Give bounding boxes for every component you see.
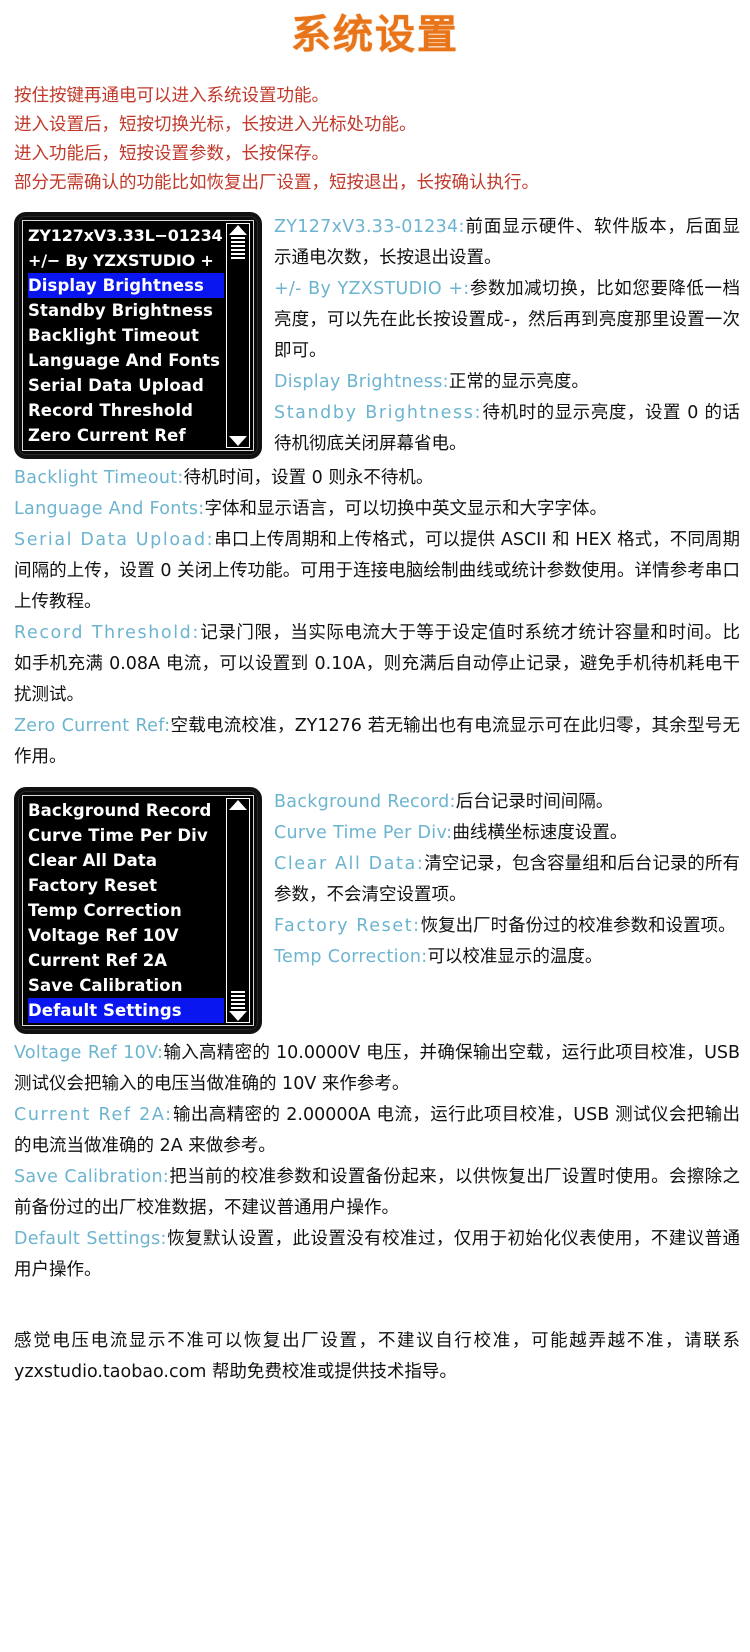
triangle-up-icon[interactable] <box>229 225 247 235</box>
term-label: +/- By YZXSTUDIO +: <box>274 279 470 299</box>
definition-paragraph: Backlight Timeout:待机时间，设置 0 则永不待机。 <box>14 463 740 494</box>
lcd-menu-list-2: Background Record Curve Time Per Div Cle… <box>23 798 224 1023</box>
term-label: Voltage Ref 10V: <box>14 1043 164 1063</box>
scrollbar-thumb[interactable] <box>231 237 245 261</box>
triangle-down-icon[interactable] <box>229 436 247 446</box>
lcd-panel-system-settings-2: Background Record Curve Time Per Div Cle… <box>14 787 262 1034</box>
lcd-row-selected[interactable]: Default Settings <box>28 998 224 1023</box>
section-two: Backlight Timeout:待机时间，设置 0 则永不待机。 Langu… <box>0 463 750 773</box>
definition-paragraph: Record Threshold:记录门限，当实际电流大于等于设定值时系统才统计… <box>14 618 740 711</box>
definition-paragraph: Serial Data Upload:串口上传周期和上传格式，可以提供 ASCI… <box>14 525 740 618</box>
lcd-row[interactable]: Curve Time Per Div <box>28 823 224 848</box>
intro-line: 进入设置后，短按切换光标，长按进入光标处功能。 <box>14 115 417 135</box>
definition-paragraph: Save Calibration:把当前的校准参数和设置备份起来，以供恢复出厂设… <box>14 1162 740 1224</box>
term-label: Current Ref 2A: <box>14 1105 173 1125</box>
term-desc: 待机时间，设置 0 则永不待机。 <box>183 468 434 488</box>
intro-line: 部分无需确认的功能比如恢复出厂设置，短按退出，长按确认执行。 <box>14 173 539 193</box>
lcd-scrollbar-2[interactable] <box>226 798 250 1023</box>
term-label: Temp Correction: <box>274 947 428 967</box>
lcd-row[interactable]: Record Threshold <box>28 398 224 423</box>
term-label: Language And Fonts: <box>14 499 205 519</box>
intro-block: 按住按键再通电可以进入系统设置功能。 进入设置后，短按切换光标，长按进入光标处功… <box>0 82 750 198</box>
lcd-panel-system-settings-1: ZY127xV3.33L−01234 +/− By YZXSTUDIO + Di… <box>14 212 262 459</box>
definition-paragraph: Current Ref 2A:输出高精密的 2.00000A 电流，运行此项目校… <box>14 1100 740 1162</box>
lcd-row[interactable]: Save Calibration <box>28 973 224 998</box>
lcd-row[interactable]: Standby Brightness <box>28 298 224 323</box>
definition-paragraph: Zero Current Ref:空载电流校准，ZY1276 若无输出也有电流显… <box>14 711 740 773</box>
term-desc: 恢复出厂时备份过的校准参数和设置项。 <box>420 916 736 936</box>
lcd-row[interactable]: Factory Reset <box>28 873 224 898</box>
term-label: Standby Brightness: <box>274 403 482 423</box>
term-label: Zero Current Ref: <box>14 716 171 736</box>
definition-paragraph: Default Settings:恢复默认设置，此设置没有校准过，仅用于初始化仪… <box>14 1224 740 1286</box>
term-desc: 字体和显示语言，可以切换中英文显示和大字字体。 <box>204 499 607 519</box>
lcd-row: ZY127xV3.33L−01234 <box>28 226 223 245</box>
term-label: Save Calibration: <box>14 1167 170 1187</box>
term-label: Backlight Timeout: <box>14 468 184 488</box>
section-one: ZY127xV3.33L−01234 +/− By YZXSTUDIO + Di… <box>0 212 750 463</box>
lcd-row[interactable]: Backlight Timeout <box>28 323 224 348</box>
lcd-row[interactable]: Background Record <box>28 798 224 823</box>
lcd-row-selected[interactable]: Display Brightness <box>28 273 224 298</box>
intro-line: 按住按键再通电可以进入系统设置功能。 <box>14 86 329 106</box>
lcd-row[interactable]: Serial Data Upload <box>28 373 224 398</box>
term-label: ZY127xV3.33-01234: <box>274 217 465 237</box>
term-label: Clear All Data: <box>274 854 425 874</box>
lcd-row: +/− By YZXSTUDIO + <box>28 251 214 270</box>
term-label: Default Settings: <box>14 1229 167 1249</box>
section-three: Background Record Curve Time Per Div Cle… <box>0 787 750 1038</box>
term-label: Serial Data Upload: <box>14 530 215 550</box>
lcd-row[interactable]: Current Ref 2A <box>28 948 224 973</box>
term-desc: 后台记录时间间隔。 <box>455 792 614 812</box>
triangle-up-icon[interactable] <box>229 800 247 810</box>
term-desc: 正常的显示亮度。 <box>448 372 589 392</box>
intro-line: 进入功能后，短按设置参数，长按保存。 <box>14 144 329 164</box>
section-four: Voltage Ref 10V:输入高精密的 10.0000V 电压，并确保输出… <box>0 1038 750 1286</box>
lcd-row[interactable]: Clear All Data <box>28 848 224 873</box>
term-desc: 曲线横坐标速度设置。 <box>452 823 628 843</box>
page-title: 系统设置 <box>291 12 459 58</box>
scrollbar-thumb[interactable] <box>231 991 245 1009</box>
term-label: Factory Reset: <box>274 916 421 936</box>
triangle-down-icon[interactable] <box>229 1011 247 1021</box>
term-desc: 可以校准显示的温度。 <box>427 947 603 967</box>
term-label: Display Brightness: <box>274 372 449 392</box>
definition-paragraph: Voltage Ref 10V:输入高精密的 10.0000V 电压，并确保输出… <box>14 1038 740 1100</box>
term-label: Record Threshold: <box>14 623 200 643</box>
lcd-row[interactable]: Zero Current Ref <box>28 423 224 448</box>
lcd-scrollbar-1[interactable] <box>226 223 250 448</box>
lcd-menu-list-1: ZY127xV3.33L−01234 +/− By YZXSTUDIO + Di… <box>23 223 224 448</box>
lcd-row[interactable]: Temp Correction <box>28 898 224 923</box>
term-label: Curve Time Per Div: <box>274 823 453 843</box>
term-label: Background Record: <box>274 792 456 812</box>
lcd-row[interactable]: Voltage Ref 10V <box>28 923 224 948</box>
lcd-row[interactable]: Language And Fonts <box>28 348 224 373</box>
footer-note: 感觉电压电流显示不准可以恢复出厂设置，不建议自行校准，可能越弄越不准，请联系 y… <box>14 1331 740 1382</box>
definition-paragraph: Language And Fonts:字体和显示语言，可以切换中英文显示和大字字… <box>14 494 740 525</box>
